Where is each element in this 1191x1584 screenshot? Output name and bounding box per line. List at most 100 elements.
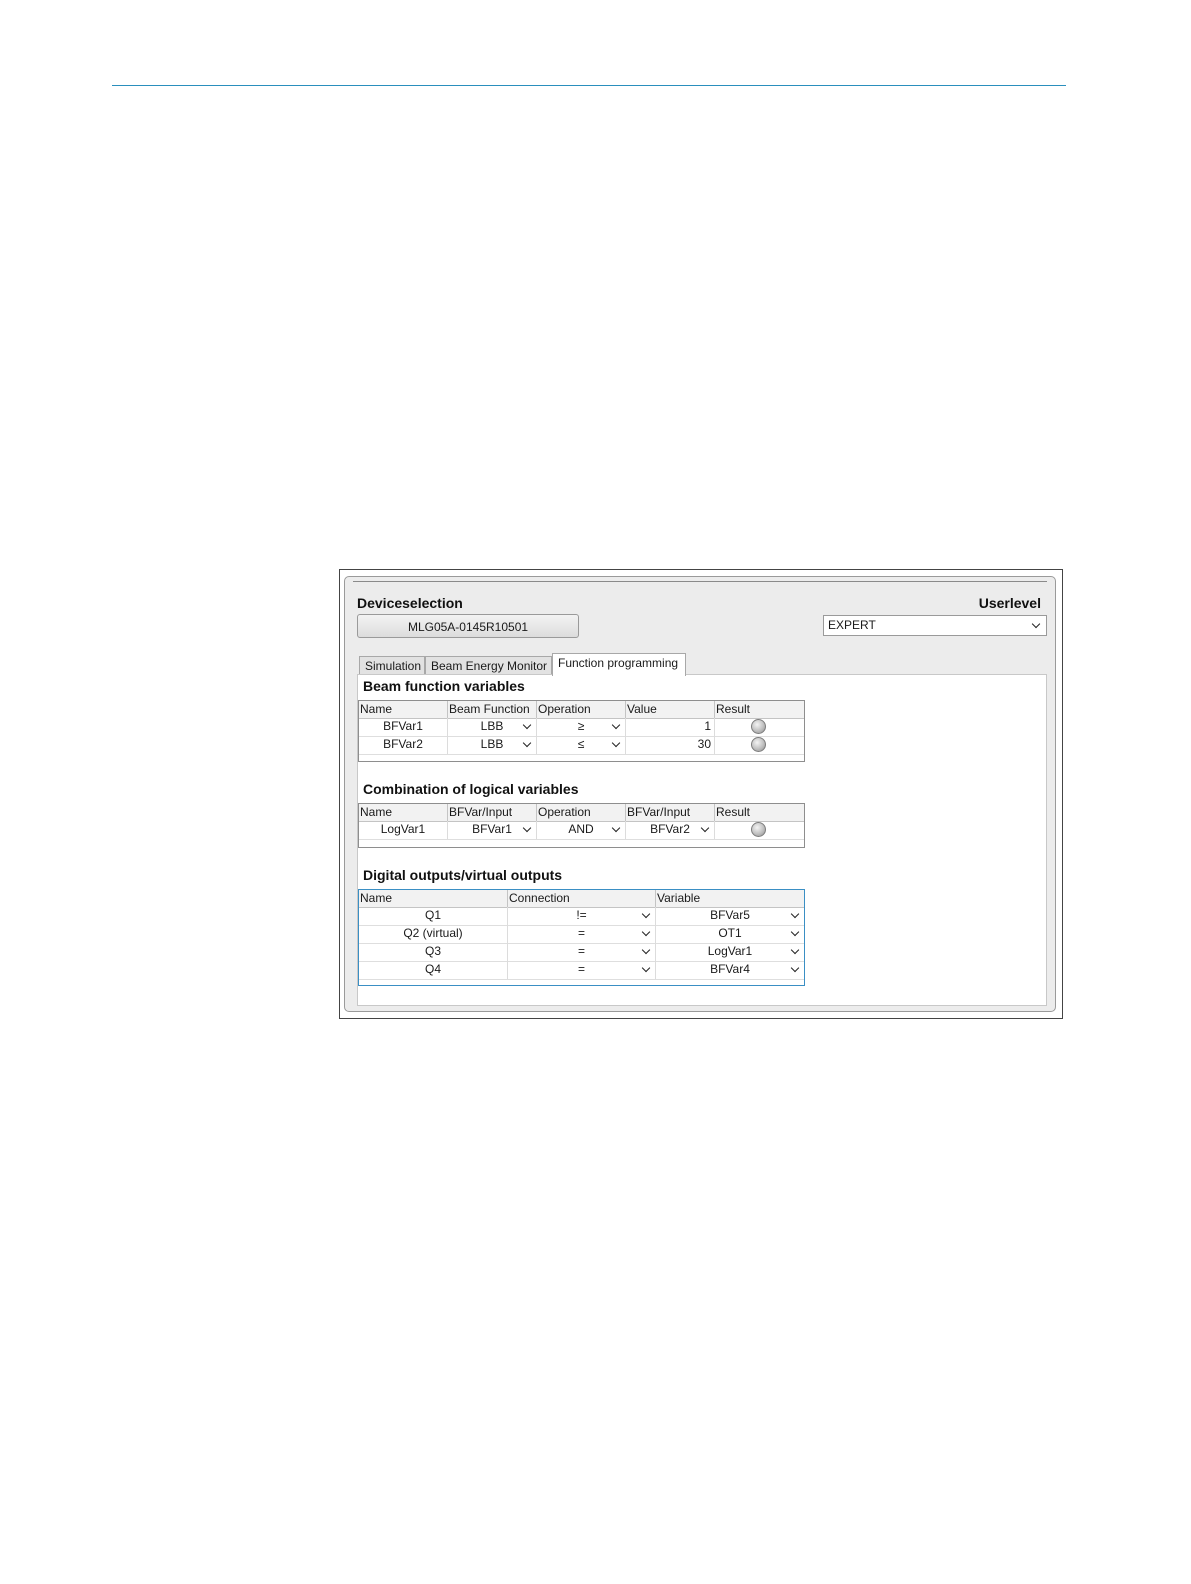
userlevel-value: EXPERT <box>828 618 876 632</box>
screenshot-frame: Deviceselection Userlevel MLG05A-0145R10… <box>339 569 1063 1019</box>
connection-value: = <box>577 944 585 958</box>
chevron-down-icon <box>611 738 621 748</box>
input2-value: BFVar2 <box>650 822 690 836</box>
table-row: Q4 = BFVar4 <box>359 961 804 980</box>
beam-function-dropdown[interactable]: LBB <box>448 718 537 736</box>
variable-dropdown[interactable]: BFVar4 <box>656 961 804 979</box>
name-cell: Q3 <box>359 943 508 961</box>
operation-value: ≥ <box>577 719 585 733</box>
chevron-down-icon <box>790 945 800 955</box>
chevron-down-icon <box>641 945 651 955</box>
value-field[interactable]: 30 <box>626 736 715 754</box>
column-header: Name <box>359 890 508 907</box>
outputs-title: Digital outputs/virtual outputs <box>363 867 563 883</box>
operation-value: ≤ <box>577 737 585 751</box>
result-cell <box>715 718 804 736</box>
connection-value: != <box>576 908 587 922</box>
chevron-down-icon <box>522 823 532 833</box>
name-cell: BFVar2 <box>359 736 448 754</box>
chevron-down-icon <box>641 909 651 919</box>
window-top-line <box>353 581 1047 582</box>
variable-dropdown[interactable]: LogVar1 <box>656 943 804 961</box>
input1-dropdown[interactable]: BFVar1 <box>448 821 537 839</box>
column-header: Connection <box>508 890 656 907</box>
logic-table: Name BFVar/Input Operation BFVar/Input R… <box>358 803 805 848</box>
table-row: Q1 != BFVar5 <box>359 907 804 926</box>
chevron-down-icon <box>790 927 800 937</box>
variable-dropdown[interactable]: OT1 <box>656 925 804 943</box>
chevron-down-icon <box>1031 619 1041 629</box>
connection-dropdown[interactable]: = <box>508 943 656 961</box>
name-cell: Q1 <box>359 907 508 925</box>
beam-function-value: LBB <box>480 737 504 751</box>
chevron-down-icon <box>611 823 621 833</box>
device-select-button[interactable]: MLG05A-0145R10501 <box>357 614 579 638</box>
column-header: Variable <box>657 891 701 905</box>
connection-dropdown[interactable]: = <box>508 961 656 979</box>
table-row: BFVar2 LBB ≤ 30 <box>359 736 804 755</box>
input1-value: BFVar1 <box>472 822 512 836</box>
name-cell: Q2 (virtual) <box>359 925 508 943</box>
page-header-rule <box>112 85 1066 86</box>
function-programming-panel: Beam function variables Name Beam Functi… <box>357 674 1047 1006</box>
table-row: LogVar1 BFVar1 AND BFVar2 <box>359 821 804 840</box>
variable-value: LogVar1 <box>707 944 753 958</box>
chevron-down-icon <box>641 927 651 937</box>
table-row: Q2 (virtual) = OT1 <box>359 925 804 944</box>
chevron-down-icon <box>641 963 651 973</box>
app-window: Deviceselection Userlevel MLG05A-0145R10… <box>344 576 1056 1012</box>
value-field[interactable]: 1 <box>626 718 715 736</box>
chevron-down-icon <box>790 963 800 973</box>
column-header: Name <box>359 804 448 821</box>
column-header: Value <box>626 701 715 718</box>
connection-value: = <box>577 926 585 940</box>
outputs-table: Name Connection Variable Q1 != BFVar5 Q2… <box>358 889 805 986</box>
result-indicator-icon <box>751 822 766 837</box>
userlevel-dropdown[interactable]: EXPERT <box>823 615 1047 636</box>
operation-dropdown[interactable]: ≤ <box>537 736 626 754</box>
tab-beam-energy-monitor[interactable]: Beam Energy Monitor <box>425 656 552 675</box>
logic-title: Combination of logical variables <box>363 781 579 797</box>
connection-dropdown[interactable]: = <box>508 925 656 943</box>
chevron-down-icon <box>522 738 532 748</box>
chevron-down-icon <box>700 823 710 833</box>
name-cell: BFVar1 <box>359 718 448 736</box>
table-row: BFVar1 LBB ≥ 1 <box>359 718 804 737</box>
column-header: Operation <box>537 804 626 821</box>
userlevel-label: Userlevel <box>978 595 1041 611</box>
column-header: Operation <box>537 701 626 718</box>
tab-simulation[interactable]: Simulation <box>359 656 425 675</box>
table-header: Name Connection Variable <box>359 890 804 908</box>
name-cell: Q4 <box>359 961 508 979</box>
variable-dropdown[interactable]: BFVar5 <box>656 907 804 925</box>
beam-function-dropdown[interactable]: LBB <box>448 736 537 754</box>
connection-value: = <box>577 962 585 976</box>
input2-dropdown[interactable]: BFVar2 <box>626 821 715 839</box>
variable-value: BFVar4 <box>710 962 750 976</box>
tab-function-programming[interactable]: Function programming <box>552 653 686 676</box>
name-cell: LogVar1 <box>359 821 448 839</box>
operation-value: AND <box>568 822 594 836</box>
beam-function-table: Name Beam Function Operation Value Resul… <box>358 700 805 762</box>
device-selection-label: Deviceselection <box>357 595 463 611</box>
chevron-down-icon <box>611 720 621 730</box>
operation-dropdown[interactable]: ≥ <box>537 718 626 736</box>
beam-function-title: Beam function variables <box>363 678 525 694</box>
variable-value: BFVar5 <box>710 908 750 922</box>
table-header: Name BFVar/Input Operation BFVar/Input R… <box>359 804 804 822</box>
connection-dropdown[interactable]: != <box>508 907 656 925</box>
beam-function-value: LBB <box>480 719 504 733</box>
column-header: BFVar/Input <box>626 804 715 821</box>
column-header: Beam Function <box>448 701 537 718</box>
result-cell <box>715 736 804 754</box>
column-header: Result <box>716 805 751 819</box>
column-header: Name <box>359 701 448 718</box>
chevron-down-icon <box>790 909 800 919</box>
result-indicator-icon <box>751 737 766 752</box>
column-header: BFVar/Input <box>448 804 537 821</box>
chevron-down-icon <box>522 720 532 730</box>
operation-dropdown[interactable]: AND <box>537 821 626 839</box>
variable-value: OT1 <box>718 926 742 940</box>
table-row: Q3 = LogVar1 <box>359 943 804 962</box>
table-header: Name Beam Function Operation Value Resul… <box>359 701 804 719</box>
